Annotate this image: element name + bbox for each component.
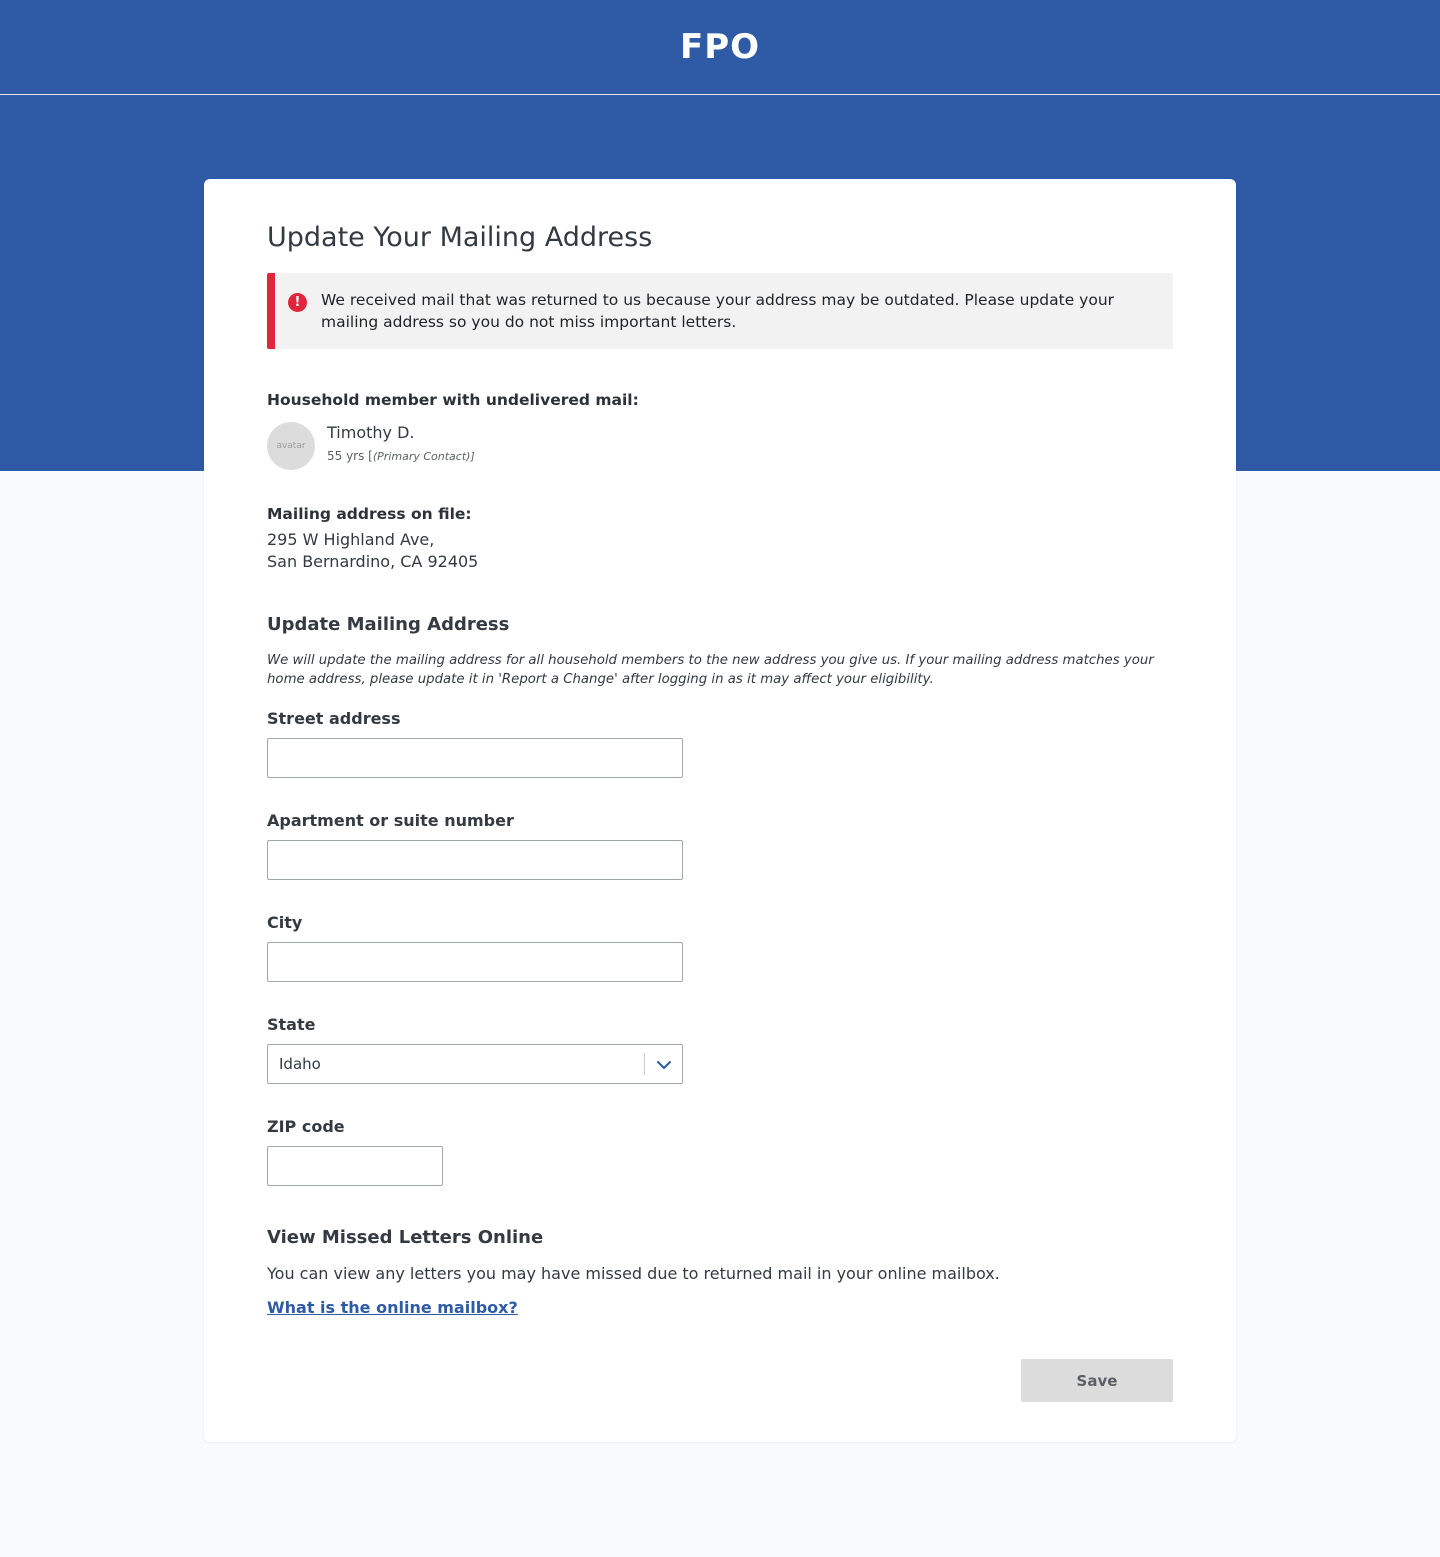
member-role: (Primary Contact)] <box>372 450 475 463</box>
site-header: FPO <box>0 0 1440 95</box>
member-meta: 55 yrs [(Primary Contact)] <box>327 449 475 463</box>
page: FPO Update Your Mailing Address ! We rec… <box>0 0 1440 1557</box>
alert-message: We received mail that was returned to us… <box>321 291 1115 331</box>
brand-logo: FPO <box>679 27 761 67</box>
alert-circle-icon: ! <box>288 293 307 312</box>
state-select[interactable]: Idaho <box>267 1044 683 1084</box>
avatar: avatar <box>267 422 315 470</box>
street-address-input[interactable] <box>267 738 683 778</box>
page-title: Update Your Mailing Address <box>267 222 653 253</box>
member-name: Timothy D. <box>327 423 415 442</box>
address-line-2: San Bernardino, CA 92405 <box>267 552 479 571</box>
online-mailbox-link[interactable]: What is the online mailbox? <box>267 1298 518 1317</box>
returned-mail-alert: ! We received mail that was returned to … <box>267 273 1173 349</box>
chevron-down-icon[interactable] <box>654 1055 674 1075</box>
city-label: City <box>267 913 303 932</box>
apartment-label: Apartment or suite number <box>267 811 514 830</box>
zip-label: ZIP code <box>267 1117 345 1136</box>
state-label: State <box>267 1015 316 1034</box>
missed-letters-title: View Missed Letters Online <box>267 1227 544 1248</box>
address-line-1: 295 W Highland Ave, <box>267 530 435 549</box>
zip-code-input[interactable] <box>267 1146 443 1186</box>
update-section-title: Update Mailing Address <box>267 614 510 635</box>
city-input[interactable] <box>267 942 683 982</box>
missed-letters-text: You can view any letters you may have mi… <box>267 1264 1000 1283</box>
address-on-file-label: Mailing address on file: <box>267 505 472 523</box>
state-selected-value: Idaho <box>279 1055 321 1073</box>
save-button[interactable]: Save <box>1021 1359 1173 1402</box>
member-section-label: Household member with undelivered mail: <box>267 391 639 409</box>
address-card: Update Your Mailing Address ! We receive… <box>204 179 1236 1442</box>
select-divider <box>644 1053 645 1075</box>
street-label: Street address <box>267 709 401 728</box>
apartment-input[interactable] <box>267 840 683 880</box>
member-age: 55 yrs [ <box>327 449 373 463</box>
update-note: We will update the mailing address for a… <box>267 653 1154 687</box>
